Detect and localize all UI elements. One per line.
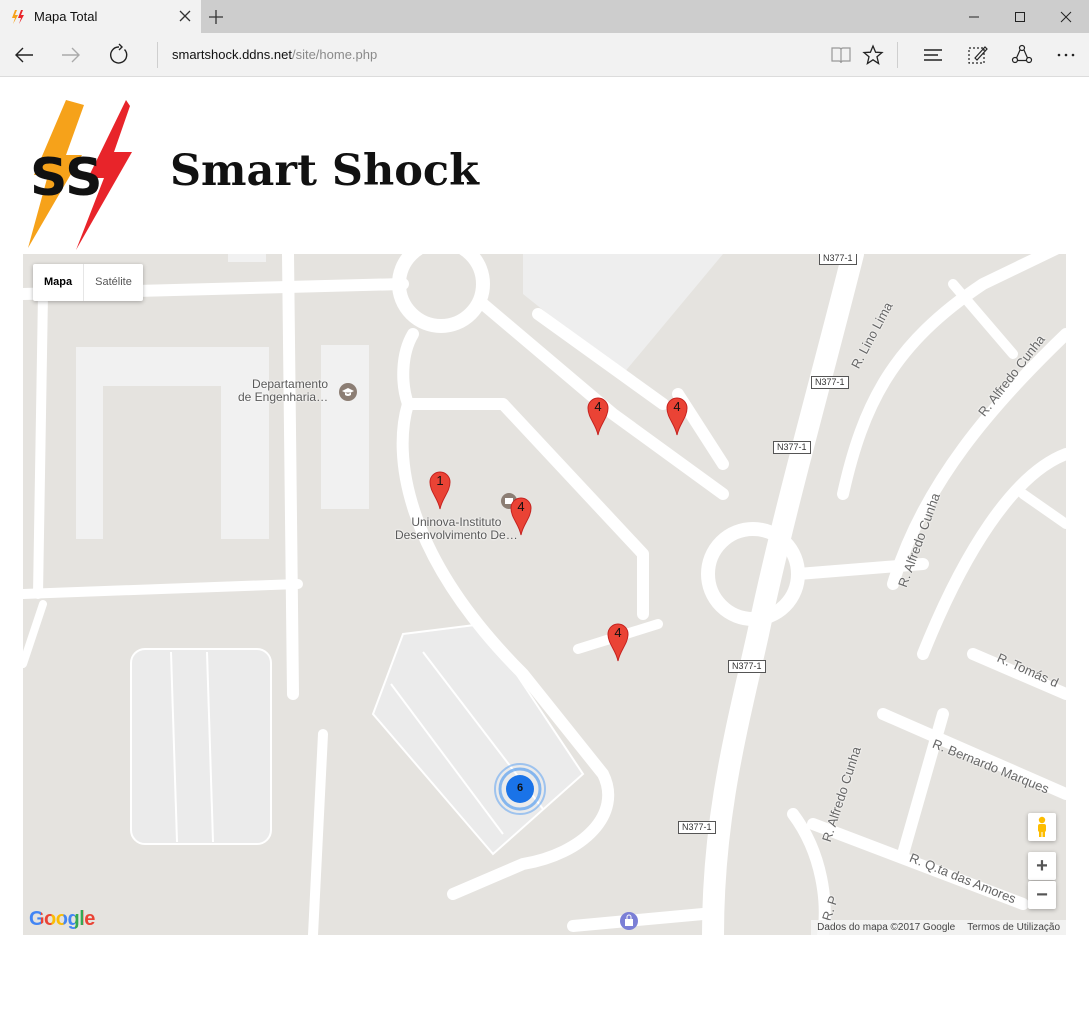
map-attribution: Dados do mapa ©2017 Google Termos de Uti… — [811, 920, 1066, 935]
map-type-control: Mapa Satélite — [33, 264, 143, 301]
close-window-button[interactable] — [1043, 0, 1089, 33]
maximize-icon — [1015, 11, 1025, 22]
favorite-star-icon[interactable] — [861, 43, 885, 67]
marker-cluster[interactable]: 6 — [493, 762, 547, 816]
map-type-satellite-button[interactable]: Satélite — [84, 264, 143, 301]
refresh-icon[interactable] — [107, 43, 131, 67]
forward-icon[interactable] — [59, 43, 83, 67]
route-shield: N377-1 — [811, 376, 849, 389]
navigation-bar: smartshock.ddns.net/site/home.php — [0, 33, 1089, 77]
poi-uninova[interactable]: Uninova-Instituto Desenvolvimento De… — [395, 516, 518, 542]
site-favicon-icon — [12, 9, 24, 24]
route-shield: N377-1 — [728, 660, 766, 673]
marker-count: 4 — [517, 499, 525, 514]
google-map[interactable]: Mapa Satélite Departamento de Engenharia… — [23, 254, 1066, 935]
poi-label-line2: de Engenharia… — [238, 390, 329, 404]
marker-count: 4 — [594, 399, 602, 414]
zoom-out-label: − — [1036, 883, 1048, 906]
zoom-in-button[interactable]: + — [1028, 852, 1056, 880]
marker-count: 4 — [673, 399, 681, 414]
school-icon[interactable] — [338, 382, 358, 402]
terms-of-use-link[interactable]: Termos de Utilização — [967, 920, 1060, 935]
address-host: smartshock.ddns.net — [172, 47, 292, 62]
route-shield: N377-1 — [678, 821, 716, 834]
zoom-out-button[interactable]: − — [1028, 881, 1056, 909]
street-view-pegman[interactable] — [1028, 813, 1056, 841]
marker-count: 4 — [614, 625, 622, 640]
route-shield: N377-1 — [773, 441, 811, 454]
close-tab-icon[interactable] — [177, 8, 193, 24]
shopping-icon[interactable] — [619, 911, 639, 931]
smart-shock-logo: SS — [28, 100, 132, 250]
route-shield: N377-1 — [819, 254, 857, 265]
more-icon[interactable] — [1054, 43, 1078, 67]
active-tab[interactable]: Mapa Total — [0, 0, 201, 33]
page-title: Smart Shock — [170, 146, 479, 196]
google-logo[interactable]: Google — [29, 908, 95, 931]
map-marker[interactable]: 4 — [607, 622, 629, 662]
share-icon[interactable] — [1010, 43, 1034, 67]
web-note-icon[interactable] — [966, 43, 990, 67]
new-tab-icon[interactable] — [206, 7, 226, 27]
map-marker[interactable]: 4 — [510, 496, 532, 536]
map-marker[interactable]: 4 — [587, 396, 609, 436]
pegman-icon — [1038, 816, 1046, 837]
map-type-map-button[interactable]: Mapa — [33, 264, 85, 301]
cluster-count: 6 — [516, 782, 524, 794]
close-icon — [1060, 11, 1072, 22]
poi-label-line2: Desenvolvimento De… — [395, 528, 518, 542]
marker-count: 1 — [436, 473, 444, 488]
address-divider — [157, 42, 158, 68]
address-bar[interactable]: smartshock.ddns.net/site/home.php — [172, 47, 377, 62]
address-path: /site/home.php — [291, 47, 378, 62]
maximize-button[interactable] — [997, 0, 1043, 33]
tab-title: Mapa Total — [34, 9, 98, 24]
zoom-in-label: + — [1036, 854, 1048, 877]
minimize-button[interactable] — [951, 0, 997, 33]
tab-bar: Mapa Total — [0, 0, 1089, 33]
toolbar-divider — [897, 42, 898, 68]
logo-text: SS — [30, 148, 103, 208]
map-marker[interactable]: 4 — [666, 396, 688, 436]
back-icon[interactable] — [12, 43, 36, 67]
map-marker[interactable]: 1 — [429, 470, 451, 510]
reading-view-icon[interactable] — [829, 43, 853, 67]
hub-icon[interactable] — [921, 43, 945, 67]
map-tiles[interactable] — [23, 254, 1066, 935]
google-logo-text: Google — [29, 908, 95, 930]
poi-departamento[interactable]: Departamento de Engenharia… — [238, 378, 328, 404]
minimize-icon — [969, 16, 979, 17]
map-data-attribution: Dados do mapa ©2017 Google — [817, 922, 956, 933]
